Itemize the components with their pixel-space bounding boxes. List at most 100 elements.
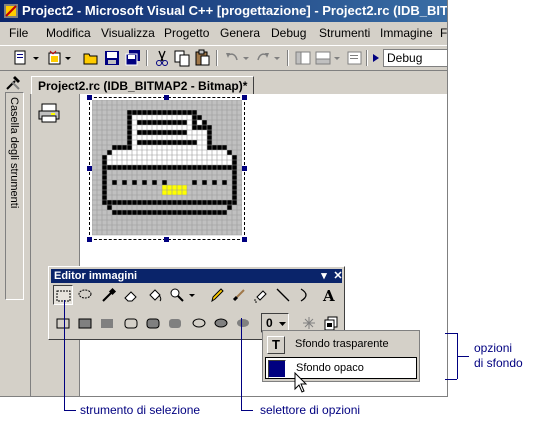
bitmap-pixel bbox=[172, 135, 177, 140]
bitmap-pixel bbox=[207, 150, 212, 155]
menu-genera[interactable]: Genera bbox=[220, 26, 260, 40]
paste-icon[interactable] bbox=[193, 49, 211, 67]
bitmap-pixel bbox=[182, 190, 187, 195]
bitmap-canvas[interactable] bbox=[92, 100, 242, 237]
bitmap-pixel bbox=[142, 120, 147, 125]
image-editor-title-bar[interactable]: Editor immagini ▾ ✕ bbox=[51, 269, 344, 283]
callout-line bbox=[241, 410, 253, 411]
text-tool[interactable]: A bbox=[319, 285, 339, 305]
toolbox-tab[interactable]: Casella degli strumenti bbox=[5, 92, 24, 300]
callout-line bbox=[445, 333, 457, 334]
airbrush-tool[interactable] bbox=[251, 285, 271, 305]
bitmap-pixel bbox=[167, 115, 172, 120]
bitmap-pixel bbox=[127, 135, 132, 140]
bitmap-pixel bbox=[182, 110, 187, 115]
lasso-select-tool[interactable] bbox=[75, 285, 95, 305]
resize-handle[interactable] bbox=[87, 95, 92, 100]
build-configuration-select[interactable]: Debug bbox=[383, 49, 447, 67]
ellipse-filled-tool[interactable] bbox=[233, 313, 253, 333]
bitmap-pixel bbox=[202, 130, 207, 135]
resize-handle[interactable] bbox=[164, 95, 169, 100]
dropdown-arrow-icon[interactable] bbox=[63, 49, 81, 67]
save-icon[interactable] bbox=[103, 49, 121, 67]
printer-icon[interactable] bbox=[37, 102, 63, 124]
bitmap-pixel bbox=[162, 165, 167, 170]
bitmap-pixel bbox=[192, 155, 197, 160]
output-window-icon[interactable] bbox=[314, 49, 332, 67]
rounded-rectangle-outline-tool[interactable] bbox=[121, 313, 141, 333]
close-icon[interactable]: ✕ bbox=[332, 270, 344, 282]
bitmap-pixel bbox=[137, 200, 142, 205]
resize-handle[interactable] bbox=[87, 237, 92, 242]
bitmap-pixel bbox=[132, 210, 137, 215]
eyedropper-tool[interactable] bbox=[99, 285, 119, 305]
bitmap-pixel bbox=[232, 185, 237, 190]
menu-immagine[interactable]: Immagine bbox=[380, 26, 433, 40]
bitmap-pixel bbox=[207, 210, 212, 215]
menu-bar: File Modifica Visualizza Progetto Genera… bbox=[0, 24, 447, 43]
bitmap-pixel bbox=[152, 140, 157, 145]
dropdown-arrow-icon[interactable] bbox=[186, 285, 196, 305]
workspace-icon[interactable] bbox=[294, 49, 312, 67]
menu-item-transparent-background[interactable]: T Sfondo trasparente bbox=[265, 334, 417, 356]
menu-finestra[interactable]: Fi bbox=[440, 26, 447, 40]
menu-progetto[interactable]: Progetto bbox=[164, 26, 209, 40]
rectangle-select-tool[interactable] bbox=[53, 285, 73, 305]
bitmap-pixel bbox=[182, 210, 187, 215]
pencil-tool[interactable] bbox=[207, 285, 227, 305]
undo-icon[interactable] bbox=[223, 49, 241, 67]
resize-handle[interactable] bbox=[164, 237, 169, 242]
new-item-icon[interactable] bbox=[46, 49, 64, 67]
bitmap-pixel bbox=[192, 135, 197, 140]
bitmap-pixel bbox=[177, 210, 182, 215]
bitmap-pixel bbox=[147, 135, 152, 140]
resize-handle[interactable] bbox=[242, 237, 247, 242]
rectangle-outline-tool[interactable] bbox=[53, 313, 73, 333]
bitmap-pixel bbox=[212, 180, 217, 185]
bitmap-pixel bbox=[217, 145, 222, 150]
bitmap-pixel bbox=[137, 115, 142, 120]
menu-file[interactable]: File bbox=[9, 26, 28, 40]
bitmap-pixel bbox=[117, 150, 122, 155]
bitmap-pixel bbox=[157, 120, 162, 125]
bitmap-pixel bbox=[212, 150, 217, 155]
ellipse-outline-tool[interactable] bbox=[189, 313, 209, 333]
menu-strumenti[interactable]: Strumenti bbox=[319, 26, 370, 40]
window-list-icon[interactable] bbox=[346, 49, 364, 67]
menu-visualizza[interactable]: Visualizza bbox=[101, 26, 155, 40]
menu-debug[interactable]: Debug bbox=[271, 26, 306, 40]
resize-handle[interactable] bbox=[242, 95, 247, 100]
cut-icon[interactable] bbox=[153, 49, 171, 67]
resize-handle[interactable] bbox=[242, 166, 247, 171]
bitmap-pixel bbox=[187, 130, 192, 135]
bitmap-pixel bbox=[167, 160, 172, 165]
copy-icon[interactable] bbox=[173, 49, 191, 67]
menu-modifica[interactable]: Modifica bbox=[46, 26, 91, 40]
document-tab[interactable]: Project2.rc (IDB_BITMAP2 - Bitmap)* bbox=[31, 76, 255, 95]
bitmap-pixel bbox=[187, 160, 192, 165]
line-tool[interactable] bbox=[273, 285, 293, 305]
rounded-rectangle-filled-tool[interactable] bbox=[165, 313, 185, 333]
menu-item-opaque-background[interactable]: Sfondo opaco bbox=[265, 357, 417, 379]
bitmap-pixel bbox=[102, 180, 107, 185]
bitmap-pixel bbox=[162, 120, 167, 125]
bitmap-pixel bbox=[112, 200, 117, 205]
bitmap-pixel bbox=[212, 165, 217, 170]
rectangle-filled-tool[interactable] bbox=[97, 313, 117, 333]
curve-tool[interactable] bbox=[295, 285, 315, 305]
rectangle-filled-outline-tool[interactable] bbox=[75, 313, 95, 333]
open-folder-icon[interactable] bbox=[82, 49, 100, 67]
ellipse-filled-outline-tool[interactable] bbox=[211, 313, 231, 333]
rounded-rectangle-filled-outline-tool[interactable] bbox=[143, 313, 163, 333]
new-file-icon[interactable] bbox=[12, 49, 30, 67]
eraser-tool[interactable] bbox=[121, 285, 141, 305]
chevron-down-icon[interactable]: ▾ bbox=[318, 270, 330, 282]
bitmap-pixel bbox=[212, 155, 217, 160]
bitmap-pixel bbox=[127, 115, 132, 120]
resize-handle[interactable] bbox=[87, 166, 92, 171]
brush-tool[interactable] bbox=[229, 285, 249, 305]
redo-icon[interactable] bbox=[254, 49, 272, 67]
magnify-tool[interactable] bbox=[167, 285, 187, 305]
fill-bucket-tool[interactable] bbox=[145, 285, 165, 305]
save-all-icon[interactable] bbox=[124, 49, 142, 67]
